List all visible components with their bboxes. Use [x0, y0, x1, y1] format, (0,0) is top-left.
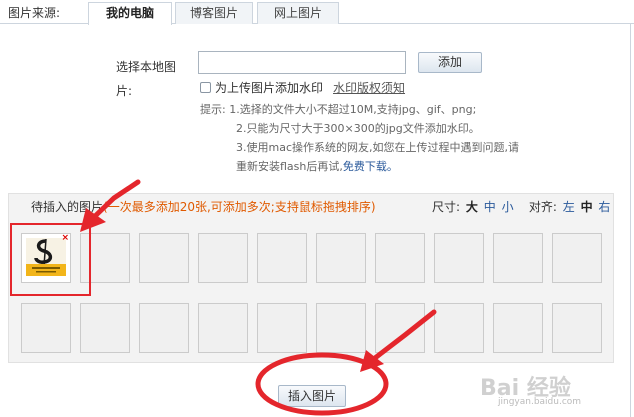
- local-image-label: 选择本地图 片:: [116, 55, 186, 103]
- tab-web-images[interactable]: 网上图片: [257, 2, 339, 24]
- align-label: 对齐:: [528, 200, 557, 214]
- upload-tips: 提示: 1.选择的文件大小不超过10M,支持jpg、gif、png; 2.只能为…: [200, 100, 519, 176]
- watermark-checkbox[interactable]: [200, 82, 211, 93]
- source-tab-bar: 图片来源: 我的电脑 博客图片 网上图片: [0, 0, 634, 25]
- align-center-option[interactable]: 中: [581, 200, 593, 214]
- empty-image-slot: [375, 303, 425, 353]
- local-image-label-line2: 片:: [116, 84, 133, 98]
- empty-image-slot: [552, 233, 602, 283]
- tip-line-4: 重新安装flash后再试,免费下载。: [200, 157, 519, 176]
- watermark-checkbox-label[interactable]: 为上传图片添加水印: [215, 79, 323, 96]
- pending-hint: (一次最多添加20张,可添加多次;支持鼠标拖拽排序): [103, 200, 376, 214]
- tip-text-1: 1.选择的文件大小不超过10M,支持jpg、gif、png;: [229, 103, 477, 116]
- align-right-option[interactable]: 右: [598, 200, 610, 214]
- source-label: 图片来源:: [8, 6, 61, 20]
- tab-blog-images[interactable]: 博客图片: [175, 2, 253, 24]
- empty-image-slot: [139, 303, 189, 353]
- frame-border: [630, 24, 631, 417]
- empty-image-slot: [198, 303, 248, 353]
- free-download-link[interactable]: 免费下载。: [343, 160, 398, 173]
- empty-image-slot: [21, 303, 71, 353]
- local-image-label-line1: 选择本地图: [116, 60, 177, 74]
- empty-image-slot: [80, 303, 130, 353]
- empty-image-slot: [316, 233, 366, 283]
- empty-image-slot: [316, 303, 366, 353]
- insert-images-button[interactable]: 插入图片: [278, 385, 346, 407]
- empty-image-slot: [493, 233, 543, 283]
- size-medium-option[interactable]: 中: [484, 200, 496, 214]
- highlight-box: [10, 223, 91, 296]
- size-label: 尺寸:: [432, 200, 461, 214]
- pending-images-title: 待插入的图片(一次最多添加20张,可添加多次;支持鼠标拖拽排序): [31, 198, 376, 215]
- tab-my-computer[interactable]: 我的电脑: [88, 2, 172, 25]
- empty-image-slot: [552, 303, 602, 353]
- pending-title-text: 待插入的图片: [31, 200, 104, 214]
- size-align-controls: 尺寸: 大 中 小 对齐: 左 中 右: [432, 198, 610, 215]
- size-small-option[interactable]: 小: [502, 200, 514, 214]
- file-path-input[interactable]: [198, 51, 406, 74]
- empty-image-slot: [375, 233, 425, 283]
- empty-image-slot: [257, 233, 307, 283]
- watermark-url: jingyan.baidu.com: [498, 397, 582, 407]
- align-left-option[interactable]: 左: [563, 200, 575, 214]
- tips-prefix: 提示:: [200, 103, 226, 116]
- empty-image-slot: [434, 303, 484, 353]
- empty-image-slot: [198, 233, 248, 283]
- empty-image-slot: [257, 303, 307, 353]
- size-large-option[interactable]: 大: [466, 200, 478, 214]
- tip-line-3: 3.使用mac操作系统的网友,如您在上传过程中遇到问题,请: [236, 141, 519, 154]
- tip-line-2: 2.只能为尺寸大于300×300的jpg文件添加水印。: [236, 122, 480, 135]
- empty-image-slot: [493, 303, 543, 353]
- empty-image-slot: [139, 233, 189, 283]
- empty-image-slot: [434, 233, 484, 283]
- add-button[interactable]: 添加: [418, 52, 482, 73]
- tip-text-4: 重新安装flash后再试,: [236, 160, 343, 173]
- watermark-notice-link[interactable]: 水印版权须知: [333, 79, 405, 96]
- tip-line-1: 提示: 1.选择的文件大小不超过10M,支持jpg、gif、png;: [200, 100, 519, 119]
